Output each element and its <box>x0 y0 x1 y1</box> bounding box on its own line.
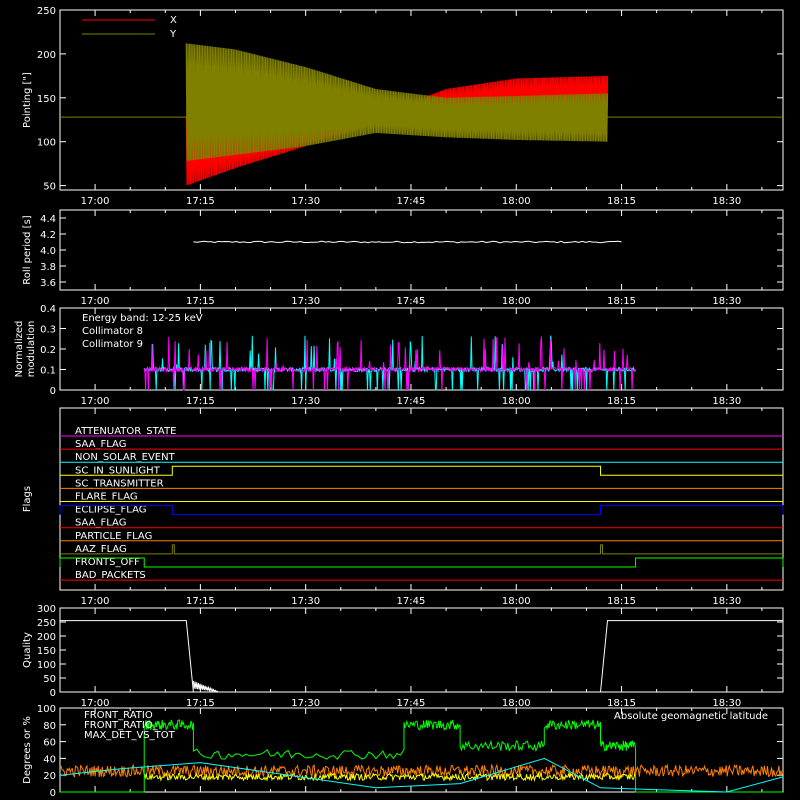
energy-band-label: Energy band: 12-25 keV <box>82 313 203 324</box>
legend-max-det: MAX_DET_VS_TOT <box>84 730 176 741</box>
x-tick-label: 17:30 <box>291 596 320 607</box>
x-tick-label: 17:00 <box>81 296 110 307</box>
y-tick-label: 0 <box>50 688 56 699</box>
x-tick-label: 17:45 <box>397 698 426 709</box>
y-tick-label: 40 <box>43 754 56 765</box>
flag-label: FLARE_FLAG <box>75 492 138 503</box>
x-tick-label: 18:00 <box>502 196 531 207</box>
y-tick-label: 300 <box>37 604 56 615</box>
x-tick-label: 17:00 <box>81 596 110 607</box>
x-tick-label: 17:45 <box>397 396 426 407</box>
y-tick-label: 4.2 <box>40 230 56 241</box>
x-tick-label: 17:15 <box>186 296 215 307</box>
x-tick-label: 17:30 <box>291 196 320 207</box>
legend-label-y: Y <box>169 29 177 40</box>
y-tick-label: 0 <box>50 386 56 397</box>
x-tick-label: 18:00 <box>502 296 531 307</box>
x-tick-label: 17:15 <box>186 698 215 709</box>
flag-label: NON_SOLAR_EVENT <box>75 452 176 463</box>
y-tick-label: 3.6 <box>40 278 56 289</box>
pointing-y-label: Pointing ["] <box>22 72 33 128</box>
legend-collimator8: Collimator 8 <box>82 326 143 337</box>
legend-collimator9: Collimator 9 <box>82 339 143 350</box>
x-tick-label: 18:00 <box>502 698 531 709</box>
y-tick-label: 150 <box>37 646 56 657</box>
x-tick-label: 18:00 <box>502 396 531 407</box>
y-tick-label: 0.4 <box>40 304 56 315</box>
y-tick-label: 100 <box>37 660 56 671</box>
y-tick-label: 50 <box>43 674 56 685</box>
x-tick-label: 17:15 <box>186 396 215 407</box>
x-tick-label: 17:45 <box>397 196 426 207</box>
x-tick-label: 18:15 <box>607 396 636 407</box>
roll-period-series <box>193 240 622 244</box>
flag-label: FRONTS_OFF <box>75 557 140 568</box>
x-tick-label: 18:30 <box>712 596 741 607</box>
y-tick-label: 200 <box>37 632 56 643</box>
y-tick-label: 60 <box>43 738 56 749</box>
y-tick-label: 200 <box>37 50 56 61</box>
flag-line <box>60 465 783 476</box>
y-tick-label: 250 <box>37 618 56 629</box>
x-tick-label: 17:30 <box>291 396 320 407</box>
x-tick-label: 18:30 <box>712 196 741 207</box>
flag-label: SC_IN_SUNLIGHT <box>75 465 161 476</box>
flag-label: AAZ_FLAG <box>75 544 127 555</box>
y-tick-label: 0.2 <box>40 345 56 356</box>
modulation-y-label-2: modulation <box>26 321 37 378</box>
flags-y-label: Flags <box>22 486 33 512</box>
x-tick-label: 17:00 <box>81 698 110 709</box>
y-tick-label: 150 <box>37 94 56 105</box>
flag-line <box>59 557 784 568</box>
x-tick-label: 17:30 <box>291 698 320 709</box>
y-tick-label: 100 <box>37 704 56 715</box>
x-tick-label: 17:30 <box>291 296 320 307</box>
quality-series <box>60 620 783 693</box>
x-tick-label: 18:30 <box>712 698 741 709</box>
y-tick-label: 4.0 <box>40 246 56 257</box>
y-tick-label: 4.4 <box>40 214 56 225</box>
y-tick-label: 250 <box>37 6 56 17</box>
y-tick-label: 3.8 <box>40 262 56 273</box>
panel-frame-1 <box>59 209 784 291</box>
legend-geomag: Absolute geomagnetic latitude <box>614 711 768 722</box>
x-tick-label: 17:45 <box>397 296 426 307</box>
x-tick-label: 17:45 <box>397 596 426 607</box>
x-tick-label: 18:15 <box>607 698 636 709</box>
flag-line <box>59 505 784 516</box>
flag-label: ECLIPSE_FLAG <box>75 505 146 516</box>
flag-label: SAA_FLAG <box>75 518 126 529</box>
x-tick-label: 17:00 <box>81 196 110 207</box>
x-tick-label: 17:15 <box>186 196 215 207</box>
y-tick-label: 100 <box>37 138 56 149</box>
x-tick-label: 18:15 <box>607 196 636 207</box>
flag-label: PARTICLE_FLAG <box>75 531 152 542</box>
quality-y-label: Quality <box>22 632 33 668</box>
x-tick-label: 17:00 <box>81 396 110 407</box>
flag-label: BAD_PACKETS <box>75 570 146 581</box>
y-tick-label: 0.3 <box>40 325 56 336</box>
x-tick-label: 18:00 <box>502 596 531 607</box>
plot-canvas: 17:00 17:15 17:30 17:45 18:00 18:15 18:30 17:00… <box>14 6 784 799</box>
modulation-y-label-1: Normalized <box>14 321 25 378</box>
y-tick-label: 50 <box>43 182 56 193</box>
rhessi-quicklook-plot: 17:00 17:15 17:30 17:45 18:00 18:15 18:30 17:00… <box>0 0 800 800</box>
roll-period-y-label: Roll period [s] <box>22 215 33 284</box>
legend-label-x: X <box>170 15 177 26</box>
x-tick-label: 18:15 <box>607 296 636 307</box>
degrees-y-label: Degrees or % <box>22 716 33 784</box>
flag-label: SC_TRANSMITTER <box>75 478 164 489</box>
y-tick-label: 0 <box>50 788 56 799</box>
x-tick-label: 17:15 <box>186 596 215 607</box>
x-tick-label: 18:15 <box>607 596 636 607</box>
x-tick-label: 18:30 <box>712 296 741 307</box>
flag-line <box>60 544 783 555</box>
flag-label: ATTENUATOR_STATE <box>75 426 176 437</box>
flag-label: SAA_FLAG <box>75 439 126 450</box>
y-tick-label: 0.1 <box>40 366 56 377</box>
y-tick-label: 80 <box>43 721 56 732</box>
x-tick-label: 18:30 <box>712 396 741 407</box>
y-tick-label: 20 <box>43 771 56 782</box>
quality-spikes <box>192 680 219 693</box>
